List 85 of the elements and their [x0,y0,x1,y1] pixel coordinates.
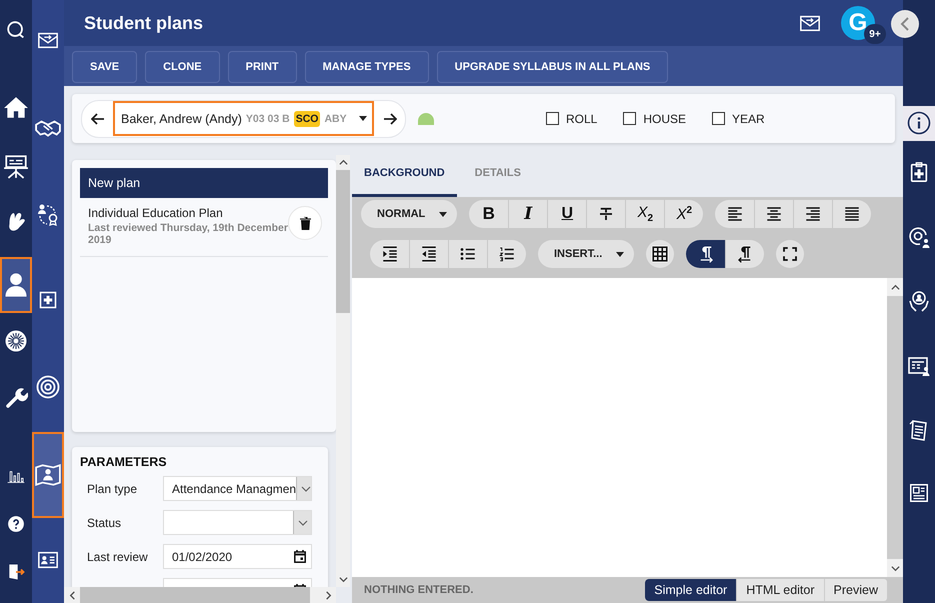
dropdown-button[interactable]: NORMAL [361,200,458,228]
checkbox[interactable] [546,112,559,125]
dropdown-button[interactable] [296,477,311,500]
hands-person-icon [907,289,931,313]
align-left-icon [726,205,744,223]
date-field[interactable]: 01/02/2020 [163,544,312,569]
card-person-icon [907,354,931,378]
checkbox[interactable] [712,112,726,125]
clipboard-plus-icon [908,161,930,183]
delete-button[interactable] [288,206,322,240]
editor-mode-tab[interactable]: Simple editor [645,579,736,601]
field-label: Last review [86,550,149,564]
calendar-icon [294,550,306,563]
editor-status: NOTHING ENTERED. [364,584,474,596]
select-field[interactable] [163,510,312,535]
field-label: Status [86,516,122,530]
editor-mode-tab[interactable]: HTML editor [736,579,824,601]
trash-icon [300,216,310,230]
chevron-down-icon [300,486,311,492]
underline-button[interactable]: U [547,200,586,228]
section-title: PARAMETERS [80,455,168,469]
vertical-scrollbar[interactable] [887,278,903,577]
house-badge: SCO [294,110,320,126]
align-center-icon [765,205,784,223]
home-icon [3,95,29,121]
people-award-icon [36,202,60,226]
plan-title: Individual Education Plan [88,206,224,220]
bullet-list-icon [459,245,477,263]
dropdown-button[interactable] [293,511,311,534]
student-selector[interactable]: Baker, Andrew (Andy) Y03 03 B SCO ABY [113,101,374,136]
plan-subtitle: Last reviewed Thursday, 19th December 2019 [88,222,288,246]
filter-checkbox[interactable]: HOUSE [623,112,686,126]
arrow-left-icon [90,112,104,124]
info-icon [907,111,931,135]
wrench-icon [4,386,28,410]
fullscreen-icon [781,245,800,263]
toolbar-button[interactable]: SAVE [72,51,138,83]
superscript-button[interactable]: X$^{2}$ [664,200,704,228]
spiral-icon [4,329,28,353]
dropdown-button[interactable]: INSERT... [538,240,634,268]
caret-icon [439,212,448,216]
toolbar-button[interactable]: MANAGE TYPES [304,51,429,83]
help-icon [7,515,25,533]
caret-icon [616,252,624,256]
search-icon [5,19,27,41]
vertical-scrollbar[interactable] [336,155,350,587]
id-card-icon [37,549,59,571]
page-title: Student plans [84,12,204,34]
horizontal-scrollbar[interactable] [64,587,336,603]
plus-square-icon [38,290,58,310]
justify-icon [843,205,862,223]
target-icon [36,375,60,399]
bold-button[interactable]: B [469,200,508,228]
at-person-icon [907,225,931,249]
toolbar-button[interactable]: PRINT [228,51,297,83]
chevron-left-icon [900,17,910,31]
align-right-icon [804,205,822,223]
arrow-right-icon [382,112,396,124]
presentation-board-icon [3,153,29,179]
toolbar-button[interactable]: CLONE [145,51,220,83]
numbered-list-icon [498,245,516,263]
filter-checkbox[interactable]: ROLL [546,112,598,126]
field-label: Plan type [86,482,138,496]
nav-item[interactable] [32,432,64,518]
indent-icon [380,245,398,263]
editor-mode-tab[interactable]: Preview [824,579,887,601]
subscript-button[interactable]: X$_{2}$ [625,200,664,228]
map-person-icon [35,462,61,488]
outdent-icon [420,245,438,263]
new-plan-button[interactable]: New plan [80,168,328,198]
chevron-down-icon [298,520,308,526]
ltr-button[interactable] [686,240,726,268]
table-grid-icon [651,245,670,263]
newspaper-icon [908,482,930,504]
toolbar-button[interactable]: UPGRADE SYLLABUS IN ALL PLANS [436,51,668,83]
caret-icon [358,116,367,121]
filter-checkbox[interactable]: YEAR [712,112,765,126]
italic-button[interactable]: I [508,200,548,228]
plan-list-item[interactable]: Individual Education Plan Last reviewed Thursday, 19th December 2019 [80,198,328,257]
status-indicator-icon [418,112,434,124]
nav-item[interactable] [903,106,935,140]
nav-item[interactable] [0,257,32,313]
select-field[interactable]: Attendance Managmen [163,476,312,501]
checkbox[interactable] [623,112,636,125]
collapse-button[interactable] [891,10,919,38]
